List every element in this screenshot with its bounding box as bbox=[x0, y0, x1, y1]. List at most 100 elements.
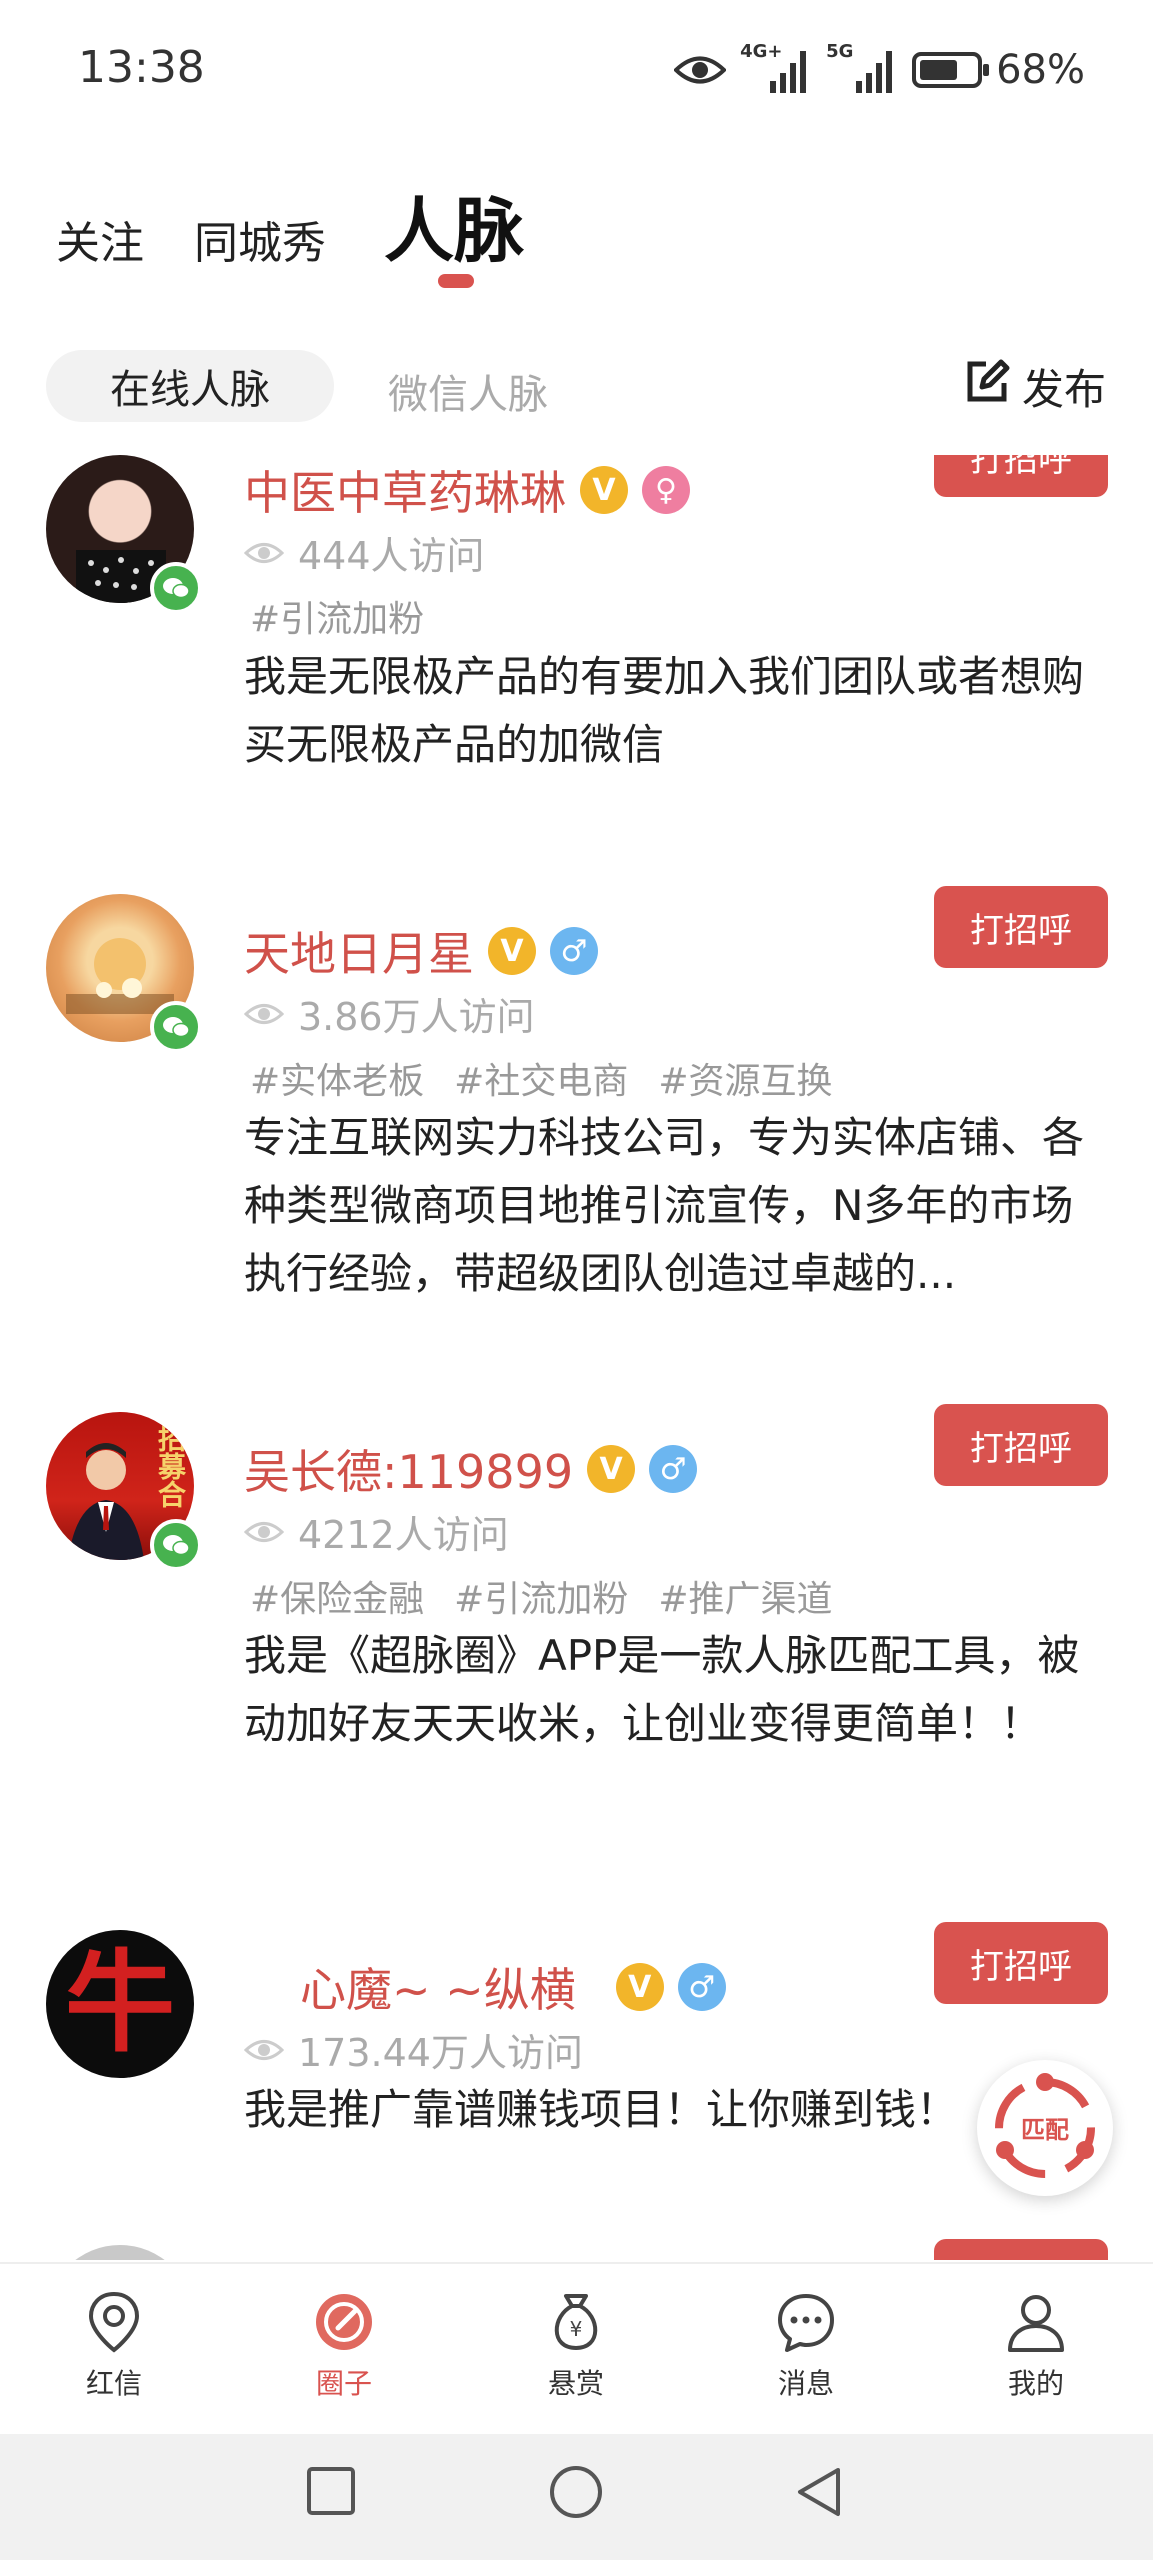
greet-button[interactable]: 打招呼 bbox=[934, 1404, 1108, 1486]
greet-button[interactable]: 打招呼 bbox=[934, 455, 1108, 497]
nav-label: 红信 bbox=[85, 2367, 142, 2400]
user-name[interactable]: 中医中草药琳琳 bbox=[244, 457, 566, 523]
status-icons: 4G+ 5G 68% bbox=[674, 40, 1085, 100]
home-button[interactable] bbox=[548, 2464, 604, 2524]
views-count: 3.86万人访问 bbox=[298, 995, 535, 1039]
views-count: 444人访问 bbox=[298, 534, 485, 578]
avatar-banner-text: 招募合 bbox=[154, 1424, 187, 1508]
person-icon bbox=[1008, 2295, 1064, 2352]
wechat-icon bbox=[150, 562, 202, 614]
views-count: 173.44万人访问 bbox=[298, 2031, 583, 2075]
greet-button[interactable]: 打招呼 bbox=[934, 1922, 1108, 2004]
sub-tabs: 在线人脉 微信人脉 发布 bbox=[46, 350, 1106, 424]
male-icon: ♂ bbox=[677, 1963, 726, 2011]
description: 我是无限极产品的有要加入我们团队或者想购买无限极产品的加微信 bbox=[244, 652, 1085, 769]
edit-icon bbox=[964, 359, 1010, 415]
publish-button[interactable]: 发布 bbox=[964, 356, 1106, 417]
avatar-glyph: 牛 bbox=[65, 1939, 175, 2067]
male-icon: ♂ bbox=[649, 1445, 698, 1493]
battery-level bbox=[920, 60, 958, 80]
status-bar: 13:38 4G+ 5G 68% bbox=[0, 0, 1153, 140]
tab-active-indicator bbox=[438, 274, 474, 288]
verified-icon: V bbox=[488, 927, 536, 975]
nav-label: 圈子 bbox=[315, 2367, 372, 2400]
user-name[interactable]: 天地日月星 bbox=[244, 918, 474, 984]
badges: V ♂ bbox=[615, 1963, 726, 2011]
nav-label: 悬赏 bbox=[547, 2367, 604, 2400]
top-tabs: 关注 同城秀 人脉 bbox=[56, 175, 756, 325]
tag[interactable]: #实体老板 bbox=[250, 1052, 424, 1104]
female-icon: ♀ bbox=[642, 466, 690, 514]
match-button[interactable]: 匹配 bbox=[977, 2060, 1113, 2196]
eye-icon bbox=[243, 1510, 285, 1554]
nav-item-messages[interactable]: 消息 bbox=[736, 2290, 876, 2402]
user-name[interactable]: 心魔~ ~纵横 bbox=[300, 1954, 576, 2020]
system-navigation-bar bbox=[0, 2434, 1153, 2560]
tab-follow[interactable]: 关注 bbox=[56, 207, 144, 271]
list-item[interactable] bbox=[0, 2233, 1153, 2260]
avatar[interactable]: 牛 bbox=[46, 1930, 194, 2078]
tag[interactable]: #保险金融 bbox=[250, 1570, 424, 1622]
description: 我是推广靠谱赚钱项目！让你赚到钱！ bbox=[244, 2085, 959, 2134]
views-row: 4212人访问 bbox=[243, 1504, 509, 1559]
tag[interactable]: #引流加粉 bbox=[250, 590, 424, 642]
eye-icon bbox=[243, 2028, 285, 2072]
publish-label: 发布 bbox=[1021, 365, 1106, 414]
eye-icon bbox=[243, 992, 285, 1036]
verified-icon: V bbox=[615, 1963, 664, 2011]
bottom-nav: 红信 圈子 ¥ 悬赏 消息 我的 bbox=[0, 2262, 1153, 2436]
eye-icon bbox=[243, 531, 285, 575]
nav-label: 我的 bbox=[1007, 2367, 1064, 2400]
list-item[interactable]: 招募合 打招呼 吴长德:119899 V ♂ 4212人访问 #保险金融 #引流… bbox=[0, 1400, 1153, 1880]
tags: #保险金融 #引流加粉 #推广渠道 bbox=[250, 1570, 833, 1622]
svg-text:¥: ¥ bbox=[570, 2317, 583, 2341]
signal-4g-icon: 4G+ bbox=[740, 41, 812, 95]
views-row: 3.86万人访问 bbox=[243, 986, 535, 1041]
location-pin-icon bbox=[88, 2291, 140, 2353]
views-count: 4212人访问 bbox=[298, 1513, 509, 1557]
contact-feed[interactable]: 打招呼 中医中草药琳琳 V ♀ 444人访问 #引流加粉 我是无限极产品的有要加… bbox=[0, 455, 1153, 2260]
status-time: 13:38 bbox=[78, 42, 205, 93]
nav-item-hongxin[interactable]: 红信 bbox=[44, 2290, 184, 2402]
subtab-online[interactable]: 在线人脉 bbox=[46, 350, 334, 422]
signal-5g-icon: 5G bbox=[826, 41, 898, 95]
nav-item-bounty[interactable]: ¥ 悬赏 bbox=[506, 2290, 646, 2402]
views-row: 444人访问 bbox=[243, 525, 485, 580]
wechat-icon bbox=[150, 1001, 202, 1053]
back-triangle-icon bbox=[798, 2468, 840, 2516]
tag[interactable]: #资源互换 bbox=[658, 1052, 832, 1104]
male-icon: ♂ bbox=[550, 927, 598, 975]
user-name[interactable]: 吴长德:119899 bbox=[244, 1436, 573, 1502]
verified-icon: V bbox=[587, 1445, 636, 1493]
tag[interactable]: #引流加粉 bbox=[454, 1570, 628, 1622]
tab-local-show[interactable]: 同城秀 bbox=[194, 207, 326, 271]
verified-icon: V bbox=[580, 466, 628, 514]
square-icon bbox=[307, 2467, 355, 2515]
greet-button[interactable] bbox=[934, 2239, 1108, 2260]
recent-apps-button[interactable] bbox=[304, 2464, 358, 2522]
tab-network[interactable]: 人脉 bbox=[384, 175, 524, 276]
name-row: 中医中草药琳琳 V ♀ bbox=[244, 457, 690, 523]
tag[interactable]: #社交电商 bbox=[454, 1052, 628, 1104]
circle-icon bbox=[550, 2466, 602, 2518]
avatar[interactable] bbox=[46, 2245, 194, 2260]
greet-button[interactable]: 打招呼 bbox=[934, 886, 1108, 968]
name-row: 心魔~ ~纵横 V ♂ bbox=[300, 1954, 726, 2020]
name-row: 吴长德:119899 V ♂ bbox=[244, 1436, 698, 1502]
circle-compass-icon bbox=[316, 2294, 372, 2350]
list-item[interactable]: 打招呼 中医中草药琳琳 V ♀ 444人访问 #引流加粉 我是无限极产品的有要加… bbox=[0, 455, 1153, 865]
nav-item-me[interactable]: 我的 bbox=[966, 2290, 1106, 2402]
eye-icon bbox=[674, 53, 727, 87]
battery-percent: 68% bbox=[996, 47, 1085, 93]
tags: #引流加粉 bbox=[250, 590, 424, 642]
subtab-wechat[interactable]: 微信人脉 bbox=[388, 362, 548, 420]
chat-bubble-icon bbox=[778, 2294, 834, 2352]
back-button[interactable] bbox=[792, 2464, 846, 2524]
match-label: 匹配 bbox=[1021, 2116, 1069, 2144]
description: 专注互联网实力科技公司，专为实体店铺、各种类型微商项目地推引流宣传，N多年的市场… bbox=[244, 1113, 1085, 1298]
nav-item-circle[interactable]: 圈子 bbox=[274, 2290, 414, 2402]
money-bag-icon: ¥ bbox=[554, 2294, 598, 2351]
tag[interactable]: #推广渠道 bbox=[658, 1570, 832, 1622]
name-row: 天地日月星 V ♂ bbox=[244, 918, 598, 984]
list-item[interactable]: 打招呼 天地日月星 V ♂ 3.86万人访问 #实体老板 #社交电商 #资源互换… bbox=[0, 882, 1153, 1362]
